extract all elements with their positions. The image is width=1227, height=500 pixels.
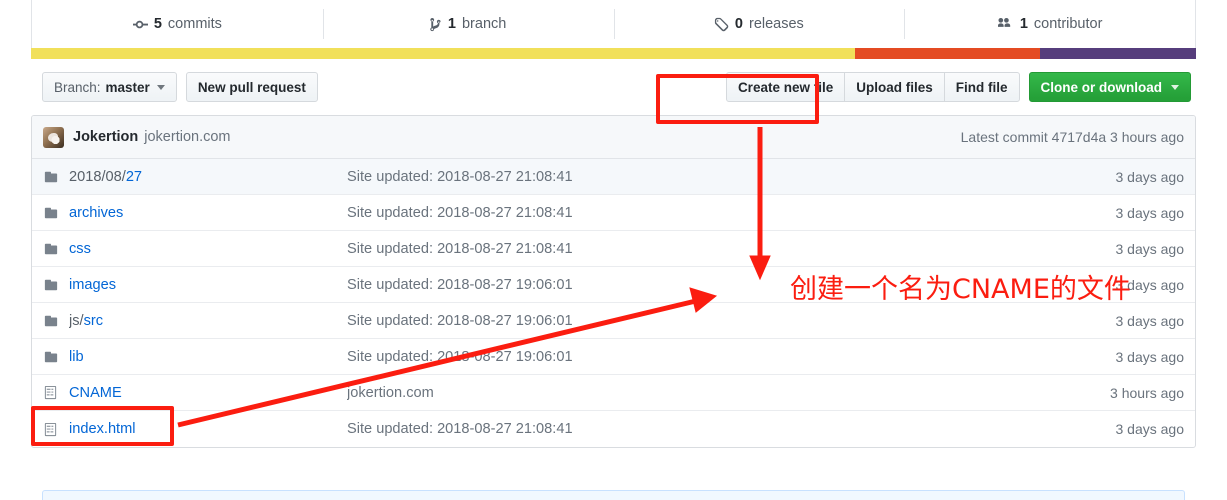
chevron-down-icon — [1171, 84, 1179, 90]
tag-icon — [714, 17, 729, 32]
stat-releases-count: 0 — [734, 16, 743, 32]
file-row[interactable]: css Site updated: 2018-08-27 21:08:41 3 da… — [32, 231, 1195, 267]
chevron-down-icon — [156, 84, 165, 90]
clone-or-download-button[interactable]: Clone or download — [1028, 72, 1191, 102]
file-commit-message[interactable]: Site updated: 2018-08-27 21:08:41 — [347, 169, 1064, 185]
folder-icon — [43, 278, 60, 292]
stat-branches[interactable]: 1 branch — [322, 0, 614, 48]
file-commit-message[interactable]: Site updated: 2018-08-27 21:08:41 — [347, 241, 1064, 257]
file-navigation-toolbar: Branch: master New pull request Create n… — [31, 59, 1196, 115]
file-commit-message[interactable]: Site updated: 2018-08-27 19:06:01 — [347, 277, 1064, 293]
file-name-link[interactable]: lib — [69, 349, 84, 365]
file-commit-age: 3 days ago — [1115, 240, 1185, 257]
new-pull-request-button[interactable]: New pull request — [185, 72, 318, 102]
file-name-cell: index.html — [69, 421, 347, 437]
file-commit-age: 3 hours ago — [1110, 384, 1184, 401]
file-name-link[interactable]: 27 — [126, 169, 142, 185]
file-commit-age: 3 days ago — [1115, 312, 1185, 329]
toolbar-left-group: Branch: master New pull request — [42, 72, 318, 102]
file-name-link[interactable]: archives — [69, 205, 123, 221]
file-name-cell: css — [69, 241, 347, 257]
file-commit-age: 3 days ago — [1115, 421, 1185, 437]
folder-icon — [43, 350, 60, 364]
commit-author[interactable]: Jokertion — [73, 129, 138, 145]
file-name-cell: images — [69, 277, 347, 293]
file-commit-age: 3 days ago — [1115, 276, 1185, 293]
stat-commits-count: 5 — [153, 16, 162, 32]
file-row[interactable]: archives Site updated: 2018-08-27 21:08:4… — [32, 195, 1195, 231]
branch-prefix-label: Branch: — [54, 79, 101, 95]
file-name-cell: lib — [69, 349, 347, 365]
file-actions-button-group: Create new file Upload files Find file — [725, 72, 1020, 102]
file-name-cell: 2018/08/27 — [69, 169, 347, 185]
folder-icon — [43, 206, 60, 220]
file-row[interactable]: js/src Site updated: 2018-08-27 19:06:01 3… — [32, 303, 1195, 339]
folder-icon — [43, 242, 60, 256]
file-commit-message[interactable]: Site updated: 2018-08-27 19:06:01 — [347, 349, 1064, 365]
file-commit-age: 3 days ago — [1115, 204, 1185, 221]
stat-branches-label: branch — [461, 16, 507, 32]
screenshot-root: 5 commits 1 branch 0 releases 1 contribu… — [0, 0, 1227, 500]
file-row[interactable]: 2018/08/27 Site updated: 2018-08-27 21:08… — [32, 159, 1195, 195]
file-name-link[interactable]: src — [84, 313, 103, 329]
latest-commit-bar: Jokertion jokertion.com Latest commit 47… — [32, 116, 1195, 159]
folder-icon — [43, 170, 60, 184]
repository-content: 5 commits 1 branch 0 releases 1 contribu… — [31, 0, 1196, 448]
upload-files-button[interactable]: Upload files — [844, 72, 945, 102]
toolbar-right-group: Create new file Upload files Find file C… — [725, 72, 1191, 102]
contributors-icon — [997, 17, 1014, 32]
file-list: Jokertion jokertion.com Latest commit 47… — [31, 115, 1196, 448]
file-name-link[interactable]: images — [69, 277, 116, 293]
file-name-link[interactable]: index.html — [69, 421, 136, 437]
file-path-prefix: 2018/08/ — [69, 168, 126, 185]
commit-icon — [132, 17, 148, 32]
file-row[interactable]: images Site updated: 2018-08-27 19:06:01 3… — [32, 267, 1195, 303]
clone-or-download-label: Clone or download — [1040, 79, 1163, 95]
latest-commit-meta: Latest commit 4717d4a 3 hours ago — [960, 129, 1184, 145]
readme-panel-peek — [42, 490, 1185, 500]
file-commit-message[interactable]: jokertion.com — [347, 385, 1064, 401]
file-name-cell: CNAME — [69, 385, 347, 401]
branch-icon — [430, 17, 442, 32]
stat-contributors-label: contributor — [1033, 16, 1103, 32]
file-name-cell: archives — [69, 205, 347, 221]
branch-select-button[interactable]: Branch: master — [42, 72, 177, 102]
file-row[interactable]: index.html Site updated: 2018-08-27 21:08… — [32, 411, 1195, 447]
avatar — [43, 126, 64, 148]
file-rows-container: 2018/08/27 Site updated: 2018-08-27 21:08… — [32, 159, 1195, 447]
language-color-bar — [31, 48, 1196, 59]
stat-contributors-count: 1 — [1019, 16, 1028, 32]
branch-name-label: master — [105, 79, 150, 95]
stat-commits-label: commits — [167, 16, 222, 32]
create-new-file-button[interactable]: Create new file — [725, 72, 846, 102]
file-name-cell: js/src — [69, 313, 347, 329]
file-icon — [43, 422, 60, 437]
file-row[interactable]: lib Site updated: 2018-08-27 19:06:01 3 da… — [32, 339, 1195, 375]
find-file-button[interactable]: Find file — [943, 72, 1020, 102]
language-segment-css — [1039, 48, 1196, 59]
file-row[interactable]: CNAME jokertion.com 3 hours ago — [32, 375, 1195, 411]
stat-contributors[interactable]: 1 contributor — [904, 0, 1195, 48]
file-commit-message[interactable]: Site updated: 2018-08-27 21:08:41 — [347, 421, 1064, 437]
stat-commits[interactable]: 5 commits — [32, 0, 323, 48]
file-commit-age: 3 days ago — [1115, 348, 1185, 365]
file-icon — [43, 385, 60, 400]
file-commit-age: 3 days ago — [1115, 168, 1185, 185]
file-commit-message[interactable]: Site updated: 2018-08-27 19:06:01 — [347, 313, 1064, 329]
commit-message[interactable]: jokertion.com — [144, 129, 230, 145]
stat-branches-count: 1 — [447, 16, 456, 32]
folder-icon — [43, 314, 60, 328]
stat-releases-label: releases — [749, 16, 804, 32]
file-path-prefix: js/ — [69, 312, 84, 329]
language-segment-html — [854, 48, 1040, 59]
file-commit-message[interactable]: Site updated: 2018-08-27 21:08:41 — [347, 205, 1064, 221]
language-segment-javascript — [31, 48, 855, 59]
file-name-link[interactable]: CNAME — [69, 385, 122, 401]
stat-releases[interactable]: 0 releases — [613, 0, 905, 48]
file-name-link[interactable]: css — [69, 241, 91, 257]
repository-stats-bar: 5 commits 1 branch 0 releases 1 contribu… — [31, 0, 1196, 48]
